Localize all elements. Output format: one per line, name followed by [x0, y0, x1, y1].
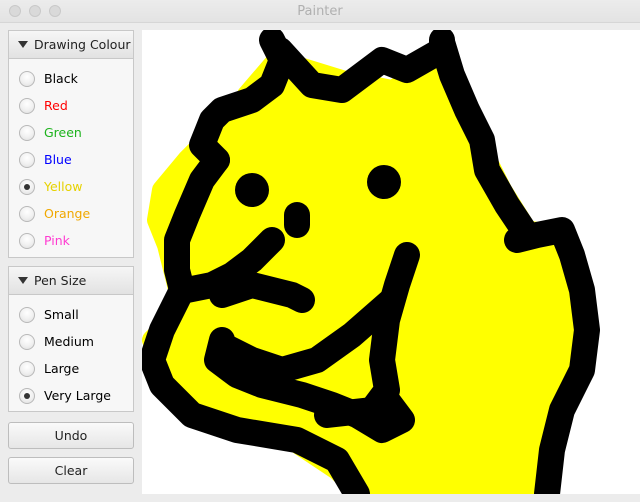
colour-label: Pink [44, 233, 70, 248]
collapse-caret-icon [18, 277, 28, 284]
pen-size-option-small[interactable]: Small [9, 301, 133, 328]
radio-button[interactable] [19, 306, 35, 323]
radio-button[interactable] [19, 333, 35, 350]
radio-button[interactable] [19, 205, 35, 222]
pen-size-panel: Pen Size Small Medium Large Very Large [8, 266, 134, 412]
drawing-artwork [142, 30, 600, 494]
pen-size-label: Small [44, 307, 79, 322]
colour-label: Yellow [44, 179, 83, 194]
left-eye-shape [235, 173, 269, 207]
radio-button[interactable] [19, 97, 35, 114]
pen-size-label: Medium [44, 334, 94, 349]
colour-option-black[interactable]: Black [9, 65, 133, 92]
pen-size-option-large[interactable]: Large [9, 355, 133, 382]
radio-button-selected[interactable] [19, 387, 35, 404]
window-title: Painter [297, 4, 343, 19]
colour-option-yellow[interactable]: Yellow [9, 173, 133, 200]
colour-label: Orange [44, 206, 91, 221]
radio-button[interactable] [19, 232, 35, 249]
drawing-canvas[interactable] [142, 30, 640, 494]
collapse-caret-icon [18, 41, 28, 48]
undo-button[interactable]: Undo [8, 422, 134, 449]
colour-label: Blue [44, 152, 72, 167]
colour-label: Green [44, 125, 82, 140]
pen-size-title: Pen Size [34, 273, 87, 288]
radio-button-selected[interactable] [19, 178, 35, 195]
pen-size-label: Large [44, 361, 80, 376]
colour-label: Black [44, 71, 78, 86]
pen-size-option-medium[interactable]: Medium [9, 328, 133, 355]
colour-option-pink[interactable]: Pink [9, 227, 133, 254]
colour-option-blue[interactable]: Blue [9, 146, 133, 173]
radio-button[interactable] [19, 151, 35, 168]
drawing-colour-panel: Drawing Colour Black Red Green Blue Yell… [8, 30, 134, 258]
colour-option-green[interactable]: Green [9, 119, 133, 146]
title-bar: Painter [0, 0, 640, 23]
radio-button[interactable] [19, 124, 35, 141]
radio-button[interactable] [19, 360, 35, 377]
drawing-colour-header[interactable]: Drawing Colour [9, 31, 133, 59]
radio-button[interactable] [19, 70, 35, 87]
pen-size-option-very-large[interactable]: Very Large [9, 382, 133, 409]
colour-label: Red [44, 98, 68, 113]
colour-option-red[interactable]: Red [9, 92, 133, 119]
pen-size-label: Very Large [44, 388, 111, 403]
colour-option-orange[interactable]: Orange [9, 200, 133, 227]
clear-button[interactable]: Clear [8, 457, 134, 484]
painter-window: Painter Drawing Colour Black Red Green B… [0, 0, 640, 502]
pen-size-header[interactable]: Pen Size [9, 267, 133, 295]
right-eye-shape [367, 165, 401, 199]
drawing-colour-title: Drawing Colour [34, 37, 131, 52]
